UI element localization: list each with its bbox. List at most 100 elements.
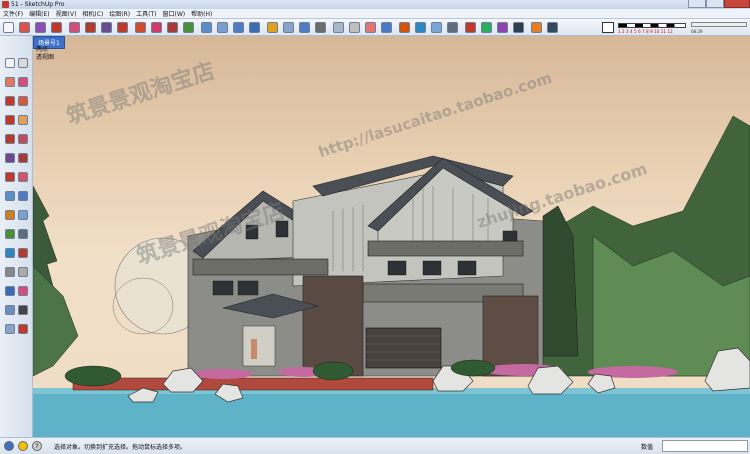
close-button[interactable]: [724, 0, 750, 8]
toolbar-tool-icon[interactable]: [101, 22, 112, 33]
left-tool-icon[interactable]: [18, 134, 28, 144]
left-tool-icon[interactable]: [18, 115, 28, 125]
left-tool-icon[interactable]: [5, 153, 15, 163]
left-tool-icon[interactable]: [18, 286, 28, 296]
measurements-input[interactable]: [662, 440, 748, 452]
left-tool-icon[interactable]: [18, 77, 28, 87]
left-tool-icon[interactable]: [18, 248, 28, 258]
scene-label-list: 两点 透视图: [36, 46, 54, 62]
left-tool-icon[interactable]: [18, 210, 28, 220]
toolbar-tool-icon[interactable]: [315, 22, 326, 33]
toolbar-tool-icon[interactable]: [283, 22, 294, 33]
toolbar-tool-icon[interactable]: [249, 22, 260, 33]
window-controls: [688, 0, 750, 9]
shadow-time-slider[interactable]: [691, 22, 747, 27]
toolbar-tool-icon[interactable]: [531, 22, 542, 33]
credits-icon[interactable]: [18, 441, 28, 451]
balcony-left: [192, 258, 329, 276]
left-tool-icon[interactable]: [5, 324, 15, 334]
shrub-left: [33, 265, 79, 377]
left-tool-icon[interactable]: [5, 267, 15, 277]
toolbar-tool-icon[interactable]: [69, 22, 80, 33]
left-tool-icon[interactable]: [5, 191, 15, 201]
toolbar-tool-icon[interactable]: [135, 22, 146, 33]
toolbar-tool-icon[interactable]: [151, 22, 162, 33]
menu-file[interactable]: 文件(F): [0, 9, 26, 18]
shadow-month-slider[interactable]: [618, 23, 686, 28]
menu-camera[interactable]: 相机(C): [79, 9, 106, 18]
toolbar-tool-icon[interactable]: [333, 22, 344, 33]
layer-color-swatch[interactable]: [602, 22, 614, 33]
left-tool-icon[interactable]: [18, 96, 28, 106]
left-tool-icon[interactable]: [5, 248, 15, 258]
left-tool-icon[interactable]: [5, 96, 15, 106]
left-tool-icon[interactable]: [5, 210, 15, 220]
toolbar-tool-icon[interactable]: [201, 22, 212, 33]
maximize-button[interactable]: [706, 0, 724, 8]
title-bar: 51 - SketchUp Pro: [0, 0, 750, 9]
menu-draw[interactable]: 绘图(R): [106, 9, 133, 18]
toolbar-tool-icon[interactable]: [117, 22, 128, 33]
toolbar-tool-icon[interactable]: [513, 22, 524, 33]
left-tool-icon[interactable]: [5, 172, 15, 182]
toolbar-tool-icon[interactable]: [415, 22, 426, 33]
left-tool-icon[interactable]: [18, 191, 28, 201]
toolbar-tool-icon[interactable]: [365, 22, 376, 33]
left-tool-icon[interactable]: [5, 77, 15, 87]
left-tool-icon[interactable]: [18, 267, 28, 277]
toolbar-tool-icon[interactable]: [447, 22, 458, 33]
entrance-door: [242, 325, 276, 367]
toolbar-tool-icon[interactable]: [431, 22, 442, 33]
menu-tools[interactable]: 工具(T): [133, 9, 159, 18]
help-icon[interactable]: ?: [32, 441, 42, 451]
left-tool-icon[interactable]: [18, 305, 28, 315]
toolbar-tool-icon[interactable]: [497, 22, 508, 33]
left-tool-icon[interactable]: [5, 58, 15, 68]
window-title: 51 - SketchUp Pro: [11, 1, 65, 8]
menu-window[interactable]: 窗口(W): [160, 9, 189, 18]
balcony-right-upper: [367, 240, 524, 257]
toolbar-tool-icon[interactable]: [51, 22, 62, 33]
toolbar-tool-icon[interactable]: [35, 22, 46, 33]
left-tool-icon[interactable]: [18, 153, 28, 163]
geo-location-icon[interactable]: [4, 441, 14, 451]
model-viewport[interactable]: 场景号1 两点 透视图 筑景景观淘宝店 http://lasucaitao.ta…: [33, 36, 750, 437]
toolbar-tool-icon[interactable]: [399, 22, 410, 33]
menu-help[interactable]: 帮助(H): [188, 9, 215, 18]
toolbar-tool-icon[interactable]: [19, 22, 30, 33]
left-tool-icon[interactable]: [5, 305, 15, 315]
wooden-deck: [72, 377, 434, 391]
measurements-label: 数值: [641, 444, 654, 451]
toolbar-tool-icon[interactable]: [349, 22, 360, 33]
shadow-time-label: 08:29: [691, 29, 703, 34]
menu-bar: 文件(F) 编辑(E) 视图(V) 相机(C) 绘图(R) 工具(T) 窗口(W…: [0, 9, 750, 19]
person-figure: [251, 339, 257, 359]
minimize-button[interactable]: [688, 0, 706, 8]
left-tool-icon[interactable]: [18, 172, 28, 182]
scene-label-two-point: 两点: [36, 46, 49, 53]
toolbar-tool-icon[interactable]: [465, 22, 476, 33]
left-tool-icon[interactable]: [5, 229, 15, 239]
toolbar-tool-icon[interactable]: [547, 22, 558, 33]
left-tool-icon[interactable]: [18, 58, 28, 68]
menu-edit[interactable]: 编辑(E): [26, 9, 52, 18]
toolbar-tool-icon[interactable]: [217, 22, 228, 33]
toolbar-tool-icon[interactable]: [381, 22, 392, 33]
left-tool-icon[interactable]: [5, 286, 15, 296]
layer-shadow-panel: 1 2 3 4 5 6 7 8 9 10 11 12 08:29: [600, 20, 750, 35]
toolbar-tool-icon[interactable]: [233, 22, 244, 33]
toolbar-tool-icon[interactable]: [299, 22, 310, 33]
toolbar-tool-icon[interactable]: [481, 22, 492, 33]
toolbar-tool-icon[interactable]: [85, 22, 96, 33]
toolbar-tool-icon[interactable]: [183, 22, 194, 33]
left-tool-icon[interactable]: [5, 115, 15, 125]
garage-door: [365, 327, 442, 369]
status-bar: ? 选择对象。切换到扩充选择。拖动鼠标选择多项。 数值: [0, 437, 750, 454]
toolbar-tool-icon[interactable]: [3, 22, 14, 33]
left-tool-icon[interactable]: [5, 134, 15, 144]
toolbar-tool-icon[interactable]: [267, 22, 278, 33]
left-tool-icon[interactable]: [18, 324, 28, 334]
toolbar-tool-icon[interactable]: [167, 22, 178, 33]
menu-view[interactable]: 视图(V): [53, 9, 80, 18]
left-tool-icon[interactable]: [18, 229, 28, 239]
